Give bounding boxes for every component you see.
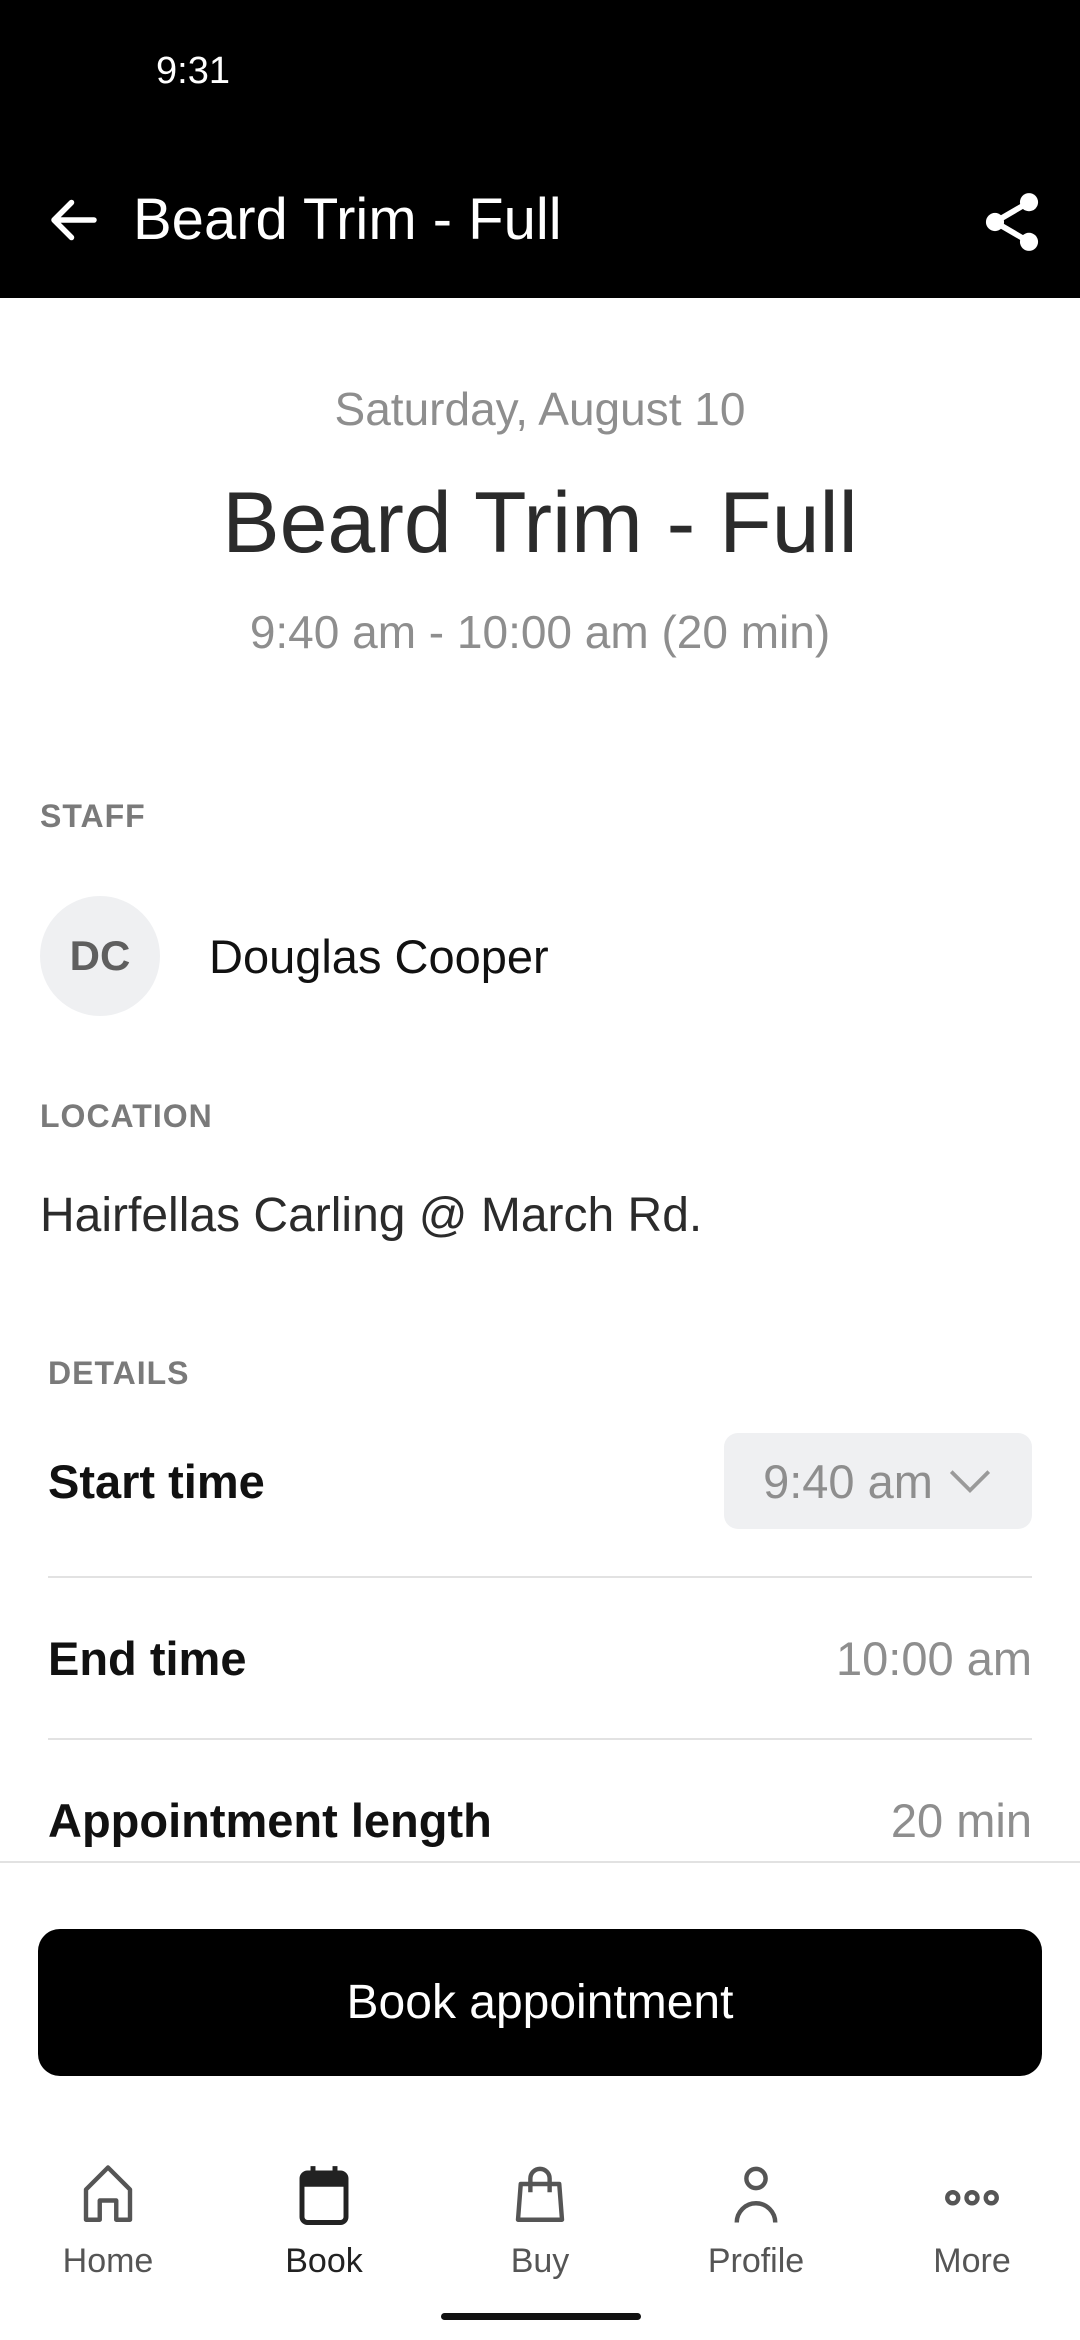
shopping-bag-icon <box>515 2166 565 2222</box>
chevron-down-icon <box>949 1470 990 1494</box>
nav-item-book[interactable]: Book <box>216 2160 432 2290</box>
appointment-length-label: Appointment length <box>48 1793 492 1847</box>
nav-item-home[interactable]: Home <box>0 2160 216 2290</box>
share-icon <box>985 193 1039 251</box>
start-time-dropdown[interactable]: 9:40 am <box>724 1433 1032 1529</box>
end-time-label: End time <box>48 1631 247 1685</box>
arrow-left-icon <box>51 199 97 241</box>
end-time-row: End time 10:00 am <box>48 1620 1032 1696</box>
location-address: Hairfellas Carling @ March Rd. <box>40 1189 703 1242</box>
bottom-navigation: Home Book Buy Profile More <box>0 2160 1080 2290</box>
start-time-value: 9:40 am <box>763 1454 933 1508</box>
more-dots-icon <box>945 2190 999 2206</box>
appointment-length-value: 20 min <box>890 1793 1032 1847</box>
service-title: Beard Trim - Full <box>222 475 858 571</box>
location-section-label: LOCATION <box>40 1098 213 1134</box>
status-time: 9:31 <box>156 50 230 92</box>
nav-item-more[interactable]: More <box>864 2160 1080 2290</box>
end-time-value: 10:00 am <box>836 1631 1032 1685</box>
nav-label: Profile <box>707 2242 805 2280</box>
home-icon <box>83 2165 133 2222</box>
nav-label: Home <box>62 2242 154 2280</box>
appointment-length-row: Appointment length 20 min <box>48 1782 1032 1858</box>
time-range: 9:40 am - 10:00 am (20 min) <box>249 606 831 658</box>
app-header: 9:31 Beard Trim - Full <box>0 0 1080 298</box>
nav-label: Book <box>285 2242 363 2280</box>
appointment-date: Saturday, August 10 <box>334 383 746 435</box>
start-time-row: Start time 9:40 am <box>48 1433 1032 1529</box>
nav-label: More <box>933 2242 1011 2280</box>
nav-label: Buy <box>510 2242 570 2280</box>
avatar-initials: DC <box>69 932 131 979</box>
divider <box>48 1576 1032 1578</box>
share-button[interactable] <box>978 188 1046 256</box>
staff-name: Douglas Cooper <box>209 930 549 983</box>
nav-item-buy[interactable]: Buy <box>432 2160 648 2290</box>
calendar-icon <box>299 2166 349 2225</box>
person-icon <box>734 2166 778 2223</box>
details-section-label: DETAILS <box>48 1355 190 1391</box>
home-indicator[interactable] <box>441 2313 641 2320</box>
back-button[interactable] <box>44 190 104 250</box>
nav-item-profile[interactable]: Profile <box>648 2160 864 2290</box>
staff-avatar: DC <box>40 896 160 1016</box>
start-time-label: Start time <box>48 1454 265 1508</box>
book-appointment-button[interactable]: Book appointment <box>38 1929 1042 2076</box>
header-title: Beard Trim - Full <box>133 187 562 252</box>
staff-section-label: STAFF <box>40 798 146 834</box>
divider <box>48 1738 1032 1740</box>
